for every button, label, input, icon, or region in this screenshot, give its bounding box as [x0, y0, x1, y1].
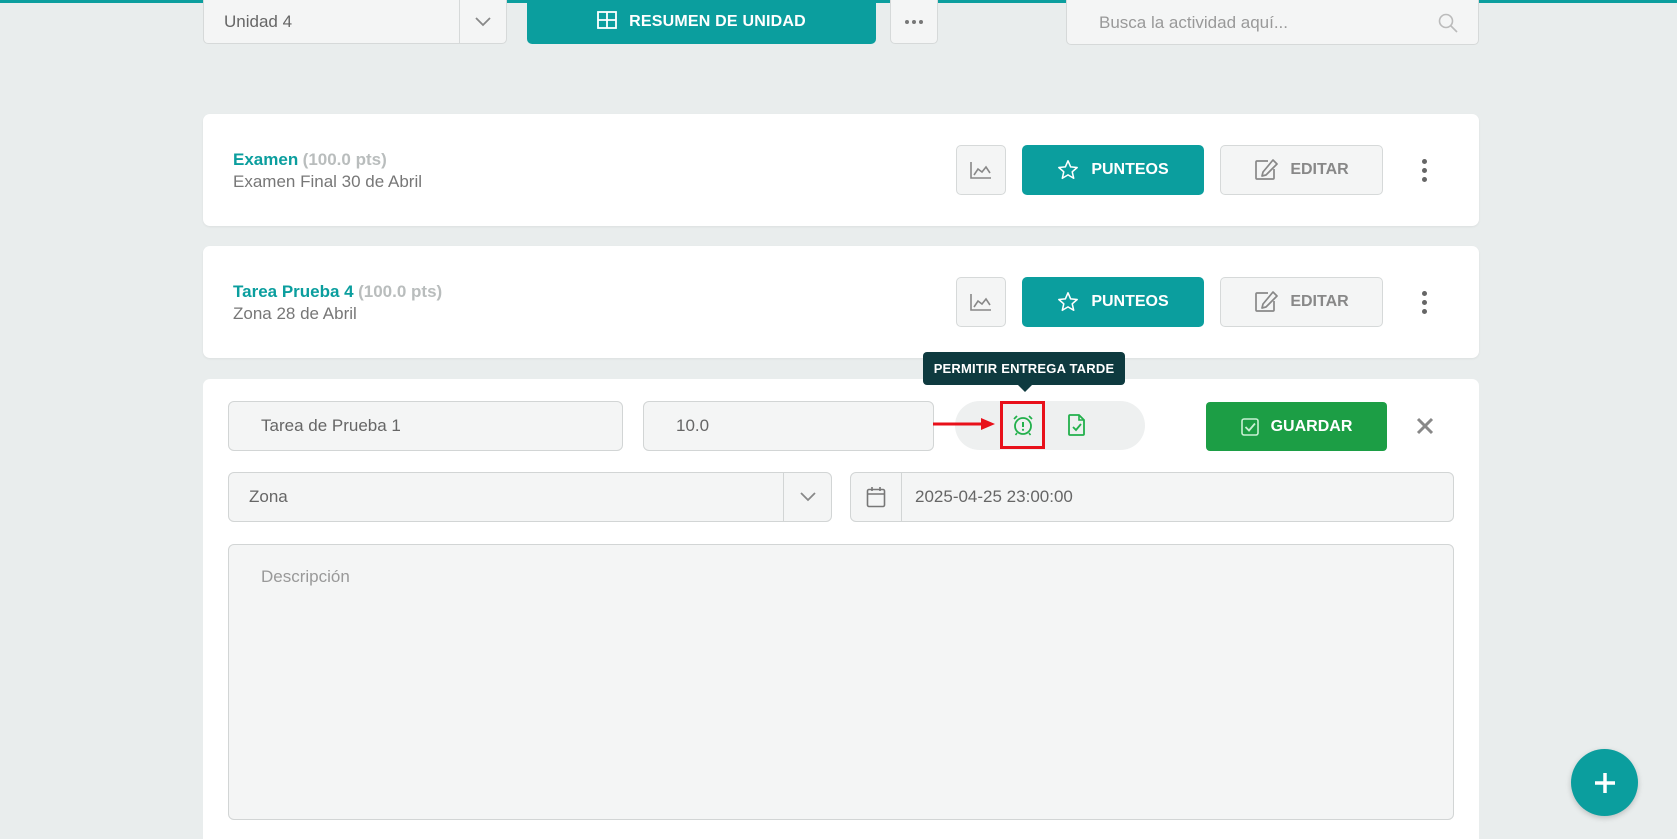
activity-title[interactable]: Tarea Prueba 4 [233, 282, 354, 301]
edit-label: EDITAR [1290, 293, 1349, 310]
alarm-clock-icon [1012, 415, 1033, 436]
pointer-arrow-icon [933, 418, 995, 430]
chevron-down-icon[interactable] [459, 0, 506, 43]
activity-info: Examen (100.0 pts) Examen Final 30 de Ab… [233, 150, 422, 192]
checkbox-icon [1240, 417, 1259, 436]
edit-label: EDITAR [1290, 161, 1349, 178]
add-activity-button[interactable] [1571, 749, 1638, 816]
activity-card: Tarea Prueba 4 (100.0 pts) Zona 28 de Ab… [203, 246, 1479, 358]
allow-late-toggle[interactable] [1000, 401, 1045, 449]
close-icon[interactable] [1411, 412, 1439, 440]
activity-points-input[interactable]: 10.0 [643, 401, 934, 451]
search-icon[interactable] [1418, 7, 1478, 33]
activity-type-value: Zona [249, 487, 288, 506]
star-icon [1058, 292, 1079, 312]
scores-button[interactable]: PUNTEOS [1022, 145, 1204, 195]
activity-type-select[interactable]: Zona [228, 472, 832, 522]
activity-points: (100.0 pts) [358, 282, 443, 301]
unit-summary-label: RESUMEN DE UNIDAD [629, 13, 806, 30]
activity-subtitle: Examen Final 30 de Abril [233, 172, 422, 191]
edit-icon [1255, 291, 1279, 312]
ellipsis-icon [905, 20, 923, 24]
star-icon [1058, 160, 1079, 180]
edit-icon [1255, 159, 1279, 180]
activity-title[interactable]: Examen [233, 150, 298, 169]
stats-button[interactable] [956, 145, 1006, 195]
activity-name-input[interactable]: Tarea de Prueba 1 [228, 401, 623, 451]
description-textarea[interactable]: Descripción [228, 544, 1454, 820]
activity-points: (100.0 pts) [302, 150, 387, 169]
due-date-value: 2025-04-25 23:00:00 [915, 487, 1073, 506]
activity-search[interactable] [1066, 0, 1479, 45]
activity-subtitle: Zona 28 de Abril [233, 304, 357, 323]
unit-select[interactable]: Unidad 4 [203, 0, 507, 44]
unit-select-value: Unidad 4 [224, 12, 293, 31]
grid-icon [597, 10, 618, 34]
activity-info: Tarea Prueba 4 (100.0 pts) Zona 28 de Ab… [233, 282, 442, 324]
check-document-icon [1068, 414, 1085, 436]
unit-summary-button[interactable]: RESUMEN DE UNIDAD [527, 0, 876, 44]
submission-toggle[interactable] [1060, 401, 1094, 449]
scores-label: PUNTEOS [1091, 293, 1169, 310]
chart-icon [970, 162, 991, 179]
edit-button[interactable]: EDITAR [1220, 277, 1383, 327]
activity-edit-form: Tarea de Prueba 1 10.0 PERMITIR ENTREGA … [203, 352, 1479, 839]
scores-button[interactable]: PUNTEOS [1022, 277, 1204, 327]
save-button[interactable]: GUARDAR [1206, 402, 1387, 451]
chevron-down-icon[interactable] [783, 473, 831, 521]
activity-card: Examen (100.0 pts) Examen Final 30 de Ab… [203, 114, 1479, 226]
save-label: GUARDAR [1270, 417, 1353, 435]
due-date-field[interactable]: 2025-04-25 23:00:00 [850, 472, 1454, 522]
allow-late-tooltip: PERMITIR ENTREGA TARDE [923, 352, 1125, 392]
plus-icon [1594, 772, 1615, 793]
more-options-button[interactable] [890, 0, 938, 44]
stats-button[interactable] [956, 277, 1006, 327]
edit-button[interactable]: EDITAR [1220, 145, 1383, 195]
calendar-icon[interactable] [851, 473, 902, 521]
activity-menu-button[interactable] [1411, 282, 1437, 322]
search-input[interactable] [1067, 6, 1418, 33]
chart-icon [970, 294, 991, 311]
scores-label: PUNTEOS [1091, 161, 1169, 178]
activity-menu-button[interactable] [1411, 150, 1437, 190]
